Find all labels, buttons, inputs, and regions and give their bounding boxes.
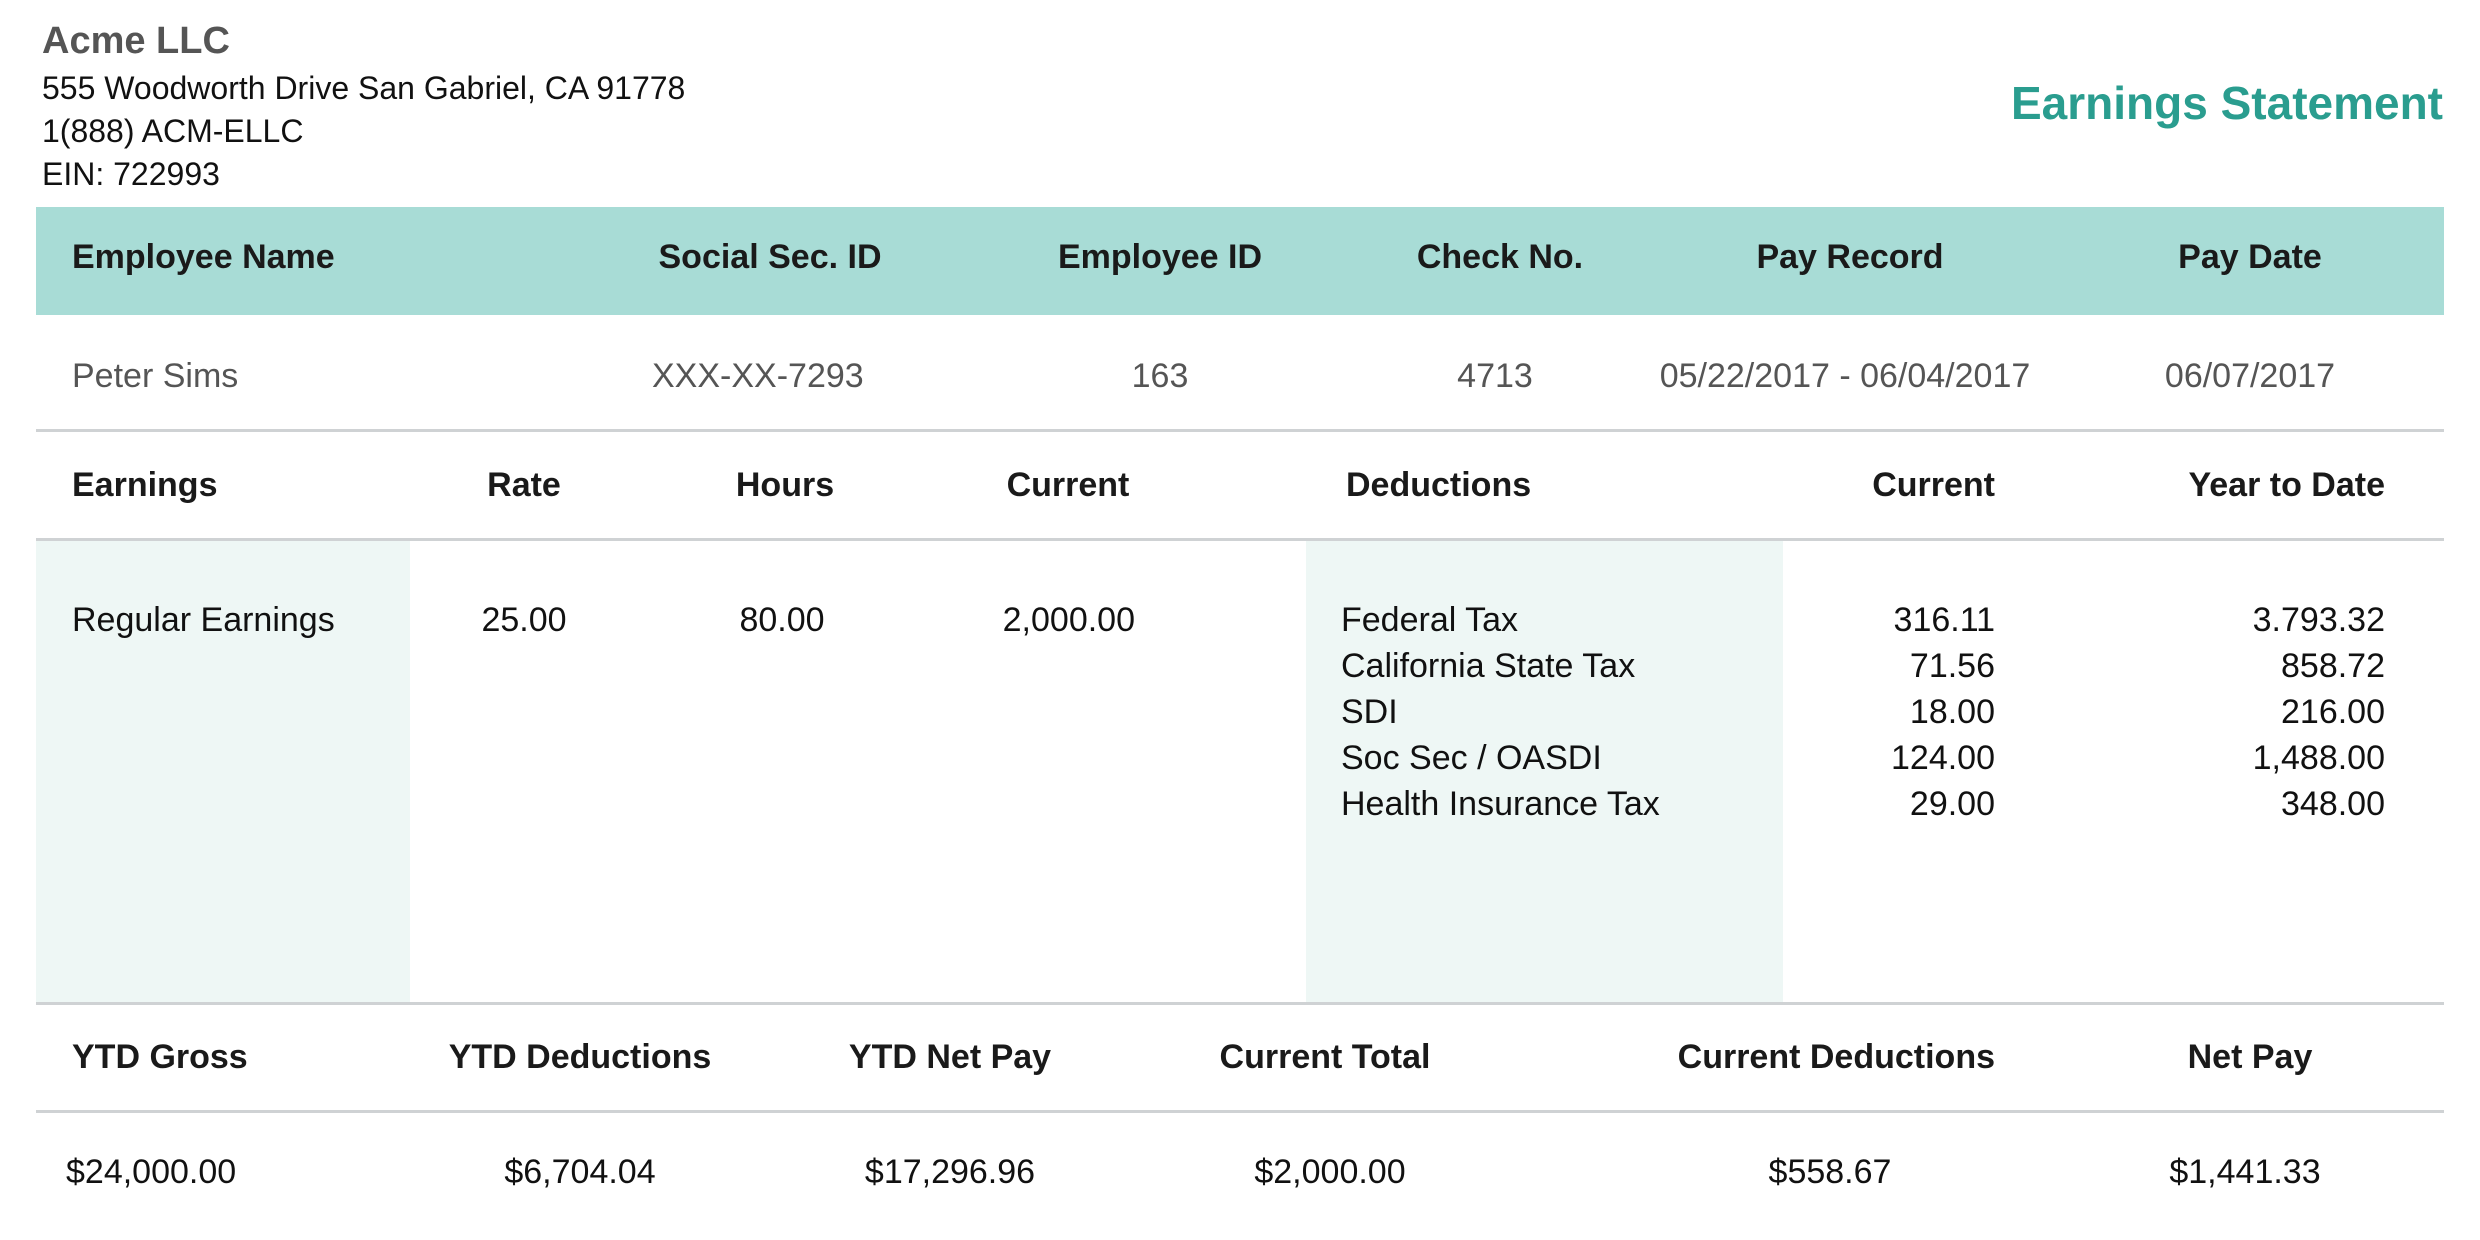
- ytd-net-pay-header: YTD Net Pay: [848, 1038, 1052, 1076]
- employee-name-header: Employee Name: [72, 238, 335, 276]
- current-total-value: $2,000.00: [1254, 1153, 1406, 1191]
- ytd-net-pay-value: $17,296.96: [864, 1153, 1036, 1191]
- deduction-label: SDI: [1341, 693, 1398, 731]
- pay-record-header: Pay Record: [1756, 238, 1944, 276]
- year-to-date-header: Year to Date: [2188, 466, 2385, 504]
- check-number-header: Check No.: [1416, 238, 1584, 276]
- employee-name: Peter Sims: [72, 357, 239, 395]
- current-total-header: Current Total: [1219, 1038, 1431, 1076]
- company-phone: 1(888) ACM-ELLC: [42, 113, 304, 149]
- ytd-gross-value: $24,000.00: [66, 1153, 237, 1191]
- divider: [36, 1002, 2444, 1005]
- deductions-header: Deductions: [1346, 466, 1532, 504]
- deduction-ytd: 858.72: [2281, 647, 2385, 685]
- deduction-current: 18.00: [1909, 693, 1995, 731]
- earnings-label: Regular Earnings: [72, 601, 335, 639]
- company-name: Acme LLC: [42, 20, 230, 62]
- deduction-current: 29.00: [1909, 785, 1995, 823]
- company-ein: EIN: 722993: [42, 156, 220, 192]
- deduction-ytd: 3.793.32: [2252, 601, 2385, 639]
- earnings-current: 2,000.00: [1002, 601, 1135, 639]
- rate-header: Rate: [487, 466, 561, 504]
- pay-date-header: Pay Date: [2178, 238, 2322, 276]
- earnings-hours: 80.00: [739, 601, 825, 639]
- net-pay-header: Net Pay: [2187, 1038, 2313, 1076]
- divider: [36, 429, 2444, 432]
- employee-id: 163: [1131, 357, 1189, 395]
- deduction-current: 316.11: [1893, 601, 1995, 639]
- ytd-deductions-value: $6,704.04: [504, 1153, 656, 1191]
- pay-record: 05/22/2017 - 06/04/2017: [1659, 357, 2031, 395]
- hours-header: Hours: [735, 466, 835, 504]
- earnings-current-header: Current: [1006, 466, 1130, 504]
- ytd-gross-header: YTD Gross: [72, 1038, 248, 1076]
- ssn-header: Social Sec. ID: [658, 238, 882, 276]
- deduction-current: 71.56: [1909, 647, 1995, 685]
- check-number: 4713: [1457, 357, 1533, 395]
- divider: [36, 1110, 2444, 1113]
- current-deductions-header: Current Deductions: [1677, 1038, 1995, 1076]
- earnings-rate: 25.00: [481, 601, 567, 639]
- current-deductions-value: $558.67: [1768, 1153, 1892, 1191]
- net-pay-value: $1,441.33: [2169, 1153, 2321, 1191]
- deductions-current-header: Current: [1872, 466, 1995, 504]
- deduction-label: California State Tax: [1341, 647, 1636, 685]
- document-title: Earnings Statement: [2011, 77, 2443, 129]
- earnings-header: Earnings: [72, 466, 218, 504]
- deduction-label: Federal Tax: [1341, 601, 1519, 639]
- deduction-ytd: 348.00: [2281, 785, 2385, 823]
- pay-date: 06/07/2017: [2164, 357, 2336, 395]
- deduction-label: Health Insurance Tax: [1341, 785, 1660, 823]
- deduction-ytd: 1,488.00: [2252, 739, 2385, 777]
- employee-id-header: Employee ID: [1057, 238, 1263, 276]
- ytd-deductions-header: YTD Deductions: [448, 1038, 712, 1076]
- company-address: 555 Woodworth Drive San Gabriel, CA 9177…: [42, 70, 686, 106]
- employee-ssn: XXX-XX-7293: [652, 357, 864, 395]
- deduction-ytd: 216.00: [2281, 693, 2385, 731]
- deduction-label: Soc Sec / OASDI: [1341, 739, 1602, 777]
- deduction-current: 124.00: [1891, 739, 1995, 777]
